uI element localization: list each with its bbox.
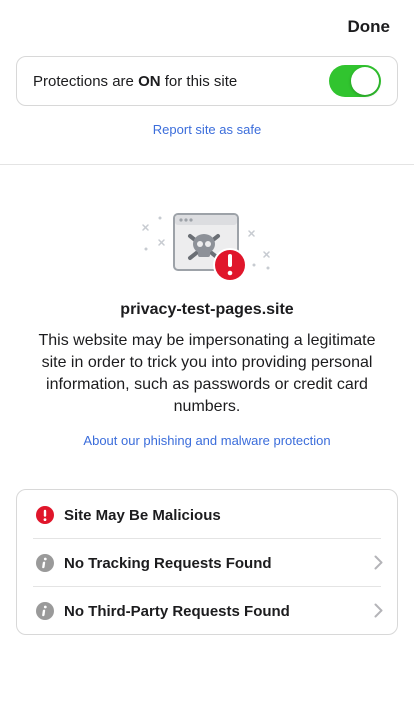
status-row-tracking[interactable]: No Tracking Requests Found — [17, 539, 397, 587]
status-row-third-party[interactable]: No Third-Party Requests Found — [17, 587, 397, 635]
protections-card: Protections are ON for this site — [16, 56, 398, 106]
status-list: Site May Be Malicious No Tracking Reques… — [16, 489, 398, 635]
report-site-safe-link[interactable]: Report site as safe — [0, 122, 414, 137]
done-button[interactable]: Done — [348, 17, 391, 37]
info-icon — [36, 602, 54, 620]
alert-icon — [36, 506, 54, 524]
protections-state: ON — [138, 72, 161, 90]
protections-suffix: for this site — [160, 72, 238, 90]
status-row-malicious[interactable]: Site May Be Malicious — [17, 491, 397, 539]
protections-status-text: Protections are ON for this site — [33, 73, 329, 90]
status-label: No Tracking Requests Found — [64, 554, 272, 572]
skull-window-icon — [142, 213, 270, 282]
phishing-warning-text: This website may be impersonating a legi… — [38, 332, 376, 415]
chevron-right-icon — [374, 555, 383, 570]
site-domain: privacy-test-pages.site — [120, 301, 294, 318]
top-bar: Done — [0, 0, 414, 56]
protections-toggle[interactable] — [329, 65, 381, 97]
status-label: Site May Be Malicious — [64, 506, 221, 524]
protections-prefix: Protections are — [33, 72, 139, 90]
malicious-site-illustration — [140, 208, 274, 284]
status-label: No Third-Party Requests Found — [64, 602, 290, 620]
about-protection-link[interactable]: About our phishing and malware protectio… — [0, 433, 414, 448]
section-divider — [0, 164, 414, 165]
info-icon — [36, 554, 54, 572]
toggle-knob — [351, 67, 379, 95]
chevron-right-icon — [374, 603, 383, 618]
